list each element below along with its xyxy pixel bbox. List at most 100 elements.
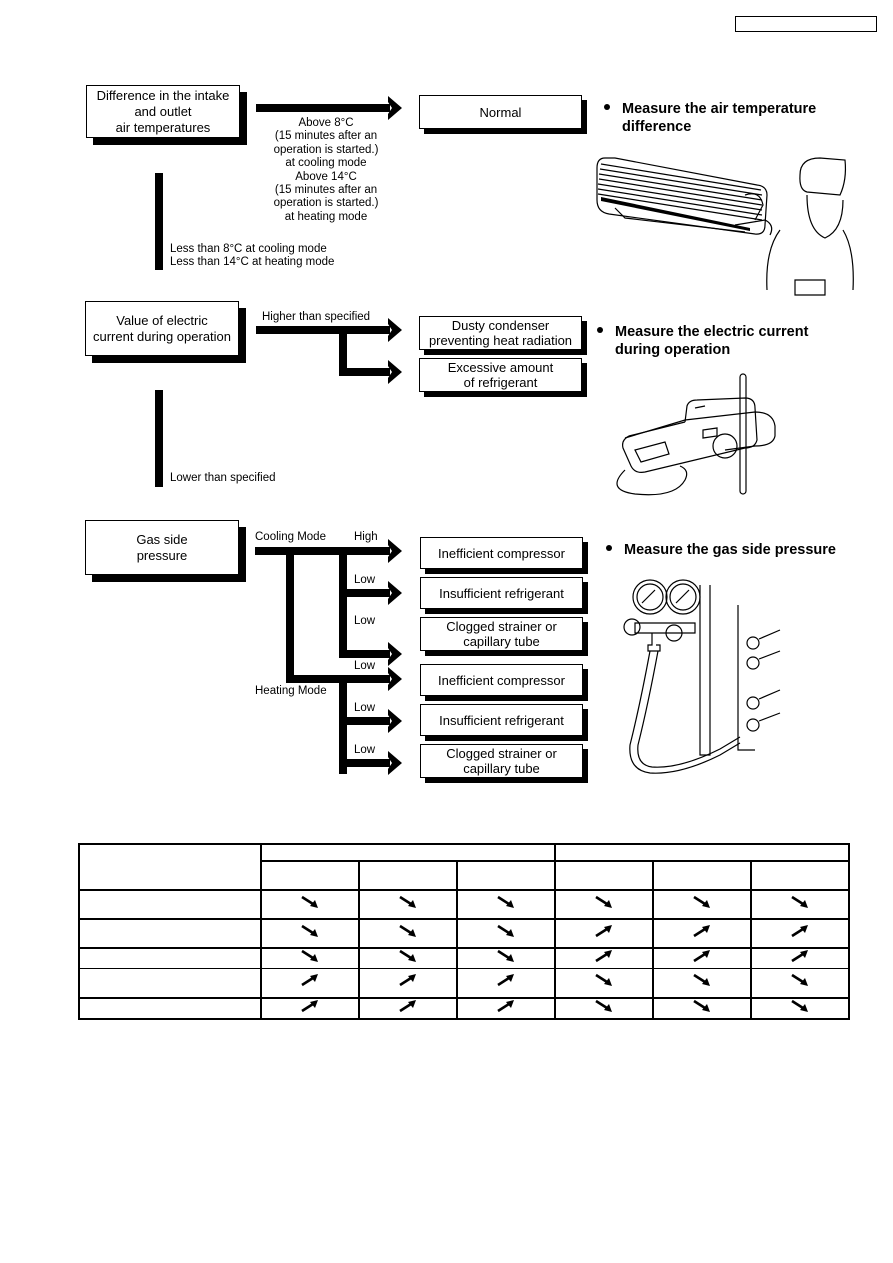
arrow-up-right-icon — [693, 949, 711, 963]
trend-cell — [358, 918, 458, 949]
trend-cell — [554, 889, 654, 920]
check-label-line: air temperatures — [115, 119, 211, 135]
flow-connector — [155, 390, 163, 487]
arrow-down-right-icon — [791, 895, 809, 909]
arrow-down-right-icon — [791, 999, 809, 1013]
branch-level-label: Low — [354, 660, 376, 672]
trend-cell — [652, 996, 752, 1020]
below-condition-text: Less than 8°C at cooling mode Less than … — [170, 243, 335, 269]
arrow-shaft — [256, 326, 390, 334]
check-label-line: and outlet — [134, 103, 192, 119]
trend-table — [78, 843, 850, 1020]
table-sub-header — [652, 860, 752, 891]
arrow-up-right-icon — [399, 999, 417, 1013]
flow-connector — [339, 551, 347, 658]
table-row-label — [78, 996, 262, 1020]
trend-cell — [652, 968, 752, 998]
trend-cell — [456, 889, 556, 920]
result-heating-insufficient-refrigerant: Insufficient refrigerant — [420, 704, 583, 736]
arrow-shaft — [339, 368, 390, 376]
arrow-down-right-icon — [693, 999, 711, 1013]
arrow-up-right-icon — [301, 999, 319, 1013]
result-cooling-inefficient-compressor: Inefficient compressor — [420, 537, 583, 569]
trend-cell — [456, 918, 556, 949]
arrow-up-right-icon — [301, 973, 319, 987]
result-heating-clogged-strainer: Clogged strainer or capillary tube — [420, 744, 583, 778]
air-temp-difference-box: Difference in the intake and outlet air … — [86, 85, 240, 138]
higher-than-specified-label: Higher than specified — [262, 311, 371, 323]
table-sub-header — [750, 860, 850, 891]
arrow-up-right-icon — [497, 999, 515, 1013]
bullet-icon — [597, 327, 603, 334]
table-row — [78, 889, 850, 920]
trend-cell — [358, 968, 458, 998]
gas-side-pressure-box: Gas side pressure — [85, 520, 239, 575]
page-header-box — [735, 16, 877, 32]
trend-cell — [750, 889, 850, 920]
arrow-up-right-icon — [595, 949, 613, 963]
trend-cell — [750, 968, 850, 998]
trend-cell — [652, 947, 752, 969]
result-excessive-refrigerant-box: Excessive amount of refrigerant — [419, 358, 582, 392]
branch-level-label: High — [354, 531, 378, 543]
trend-cell — [456, 996, 556, 1020]
table-row-label — [78, 889, 262, 920]
flow-connector — [155, 173, 163, 270]
trend-cell — [554, 968, 654, 998]
table-row — [78, 947, 850, 969]
branch-level-label: Low — [354, 744, 376, 756]
arrow-down-right-icon — [595, 895, 613, 909]
table-row — [78, 996, 850, 1020]
table-row-label — [78, 968, 262, 998]
arrow-down-right-icon — [693, 895, 711, 909]
result-heating-inefficient-compressor: Inefficient compressor — [420, 664, 583, 696]
arrow-shaft — [286, 675, 390, 683]
table-group-header — [260, 843, 556, 862]
table-row — [78, 968, 850, 998]
arrow-shaft — [339, 717, 390, 725]
arrow-right-icon — [388, 581, 402, 605]
table-sub-header — [554, 860, 654, 891]
trend-cell — [750, 996, 850, 1020]
arrow-right-icon — [388, 751, 402, 775]
arrow-right-icon — [388, 642, 402, 666]
trend-cell — [554, 918, 654, 949]
technician-indoor-unit-illustration — [596, 157, 854, 296]
arrow-down-right-icon — [301, 895, 319, 909]
trend-cell — [652, 889, 752, 920]
trend-cell — [260, 968, 360, 998]
trend-cell — [358, 996, 458, 1020]
trend-cell — [750, 918, 850, 949]
arrow-down-right-icon — [595, 999, 613, 1013]
table-row-label — [78, 947, 262, 969]
arrow-up-right-icon — [497, 973, 515, 987]
arrow-right-icon — [388, 360, 402, 384]
arrow-up-right-icon — [791, 949, 809, 963]
table-row — [78, 918, 850, 949]
arrow-down-right-icon — [301, 949, 319, 963]
arrow-right-icon — [388, 667, 402, 691]
result-cooling-clogged-strainer: Clogged strainer or capillary tube — [420, 617, 583, 651]
heating-mode-label: Heating Mode — [255, 685, 327, 697]
flow-connector — [286, 551, 294, 682]
trend-cell — [652, 918, 752, 949]
clamp-meter-illustration — [616, 373, 776, 496]
trend-cell — [358, 889, 458, 920]
arrow-up-right-icon — [791, 924, 809, 938]
gauge-manifold-illustration — [623, 579, 781, 774]
arrow-shaft — [256, 104, 390, 112]
arrow-down-right-icon — [497, 895, 515, 909]
result-dusty-condenser-box: Dusty condenser preventing heat radiation — [419, 316, 582, 350]
bullet-icon — [606, 545, 612, 552]
arrow-shaft — [339, 650, 390, 658]
lower-than-specified-label: Lower than specified — [170, 472, 276, 484]
result-normal-box: Normal — [419, 95, 582, 129]
arrow-right-icon — [388, 539, 402, 563]
trend-cell — [260, 918, 360, 949]
arrow-shaft — [339, 589, 390, 597]
bullet-icon — [604, 104, 610, 111]
instruction-gas-pressure: Measure the gas side pressure — [606, 541, 836, 559]
arrow-down-right-icon — [595, 973, 613, 987]
arrow-up-right-icon — [595, 924, 613, 938]
trend-cell — [260, 996, 360, 1020]
